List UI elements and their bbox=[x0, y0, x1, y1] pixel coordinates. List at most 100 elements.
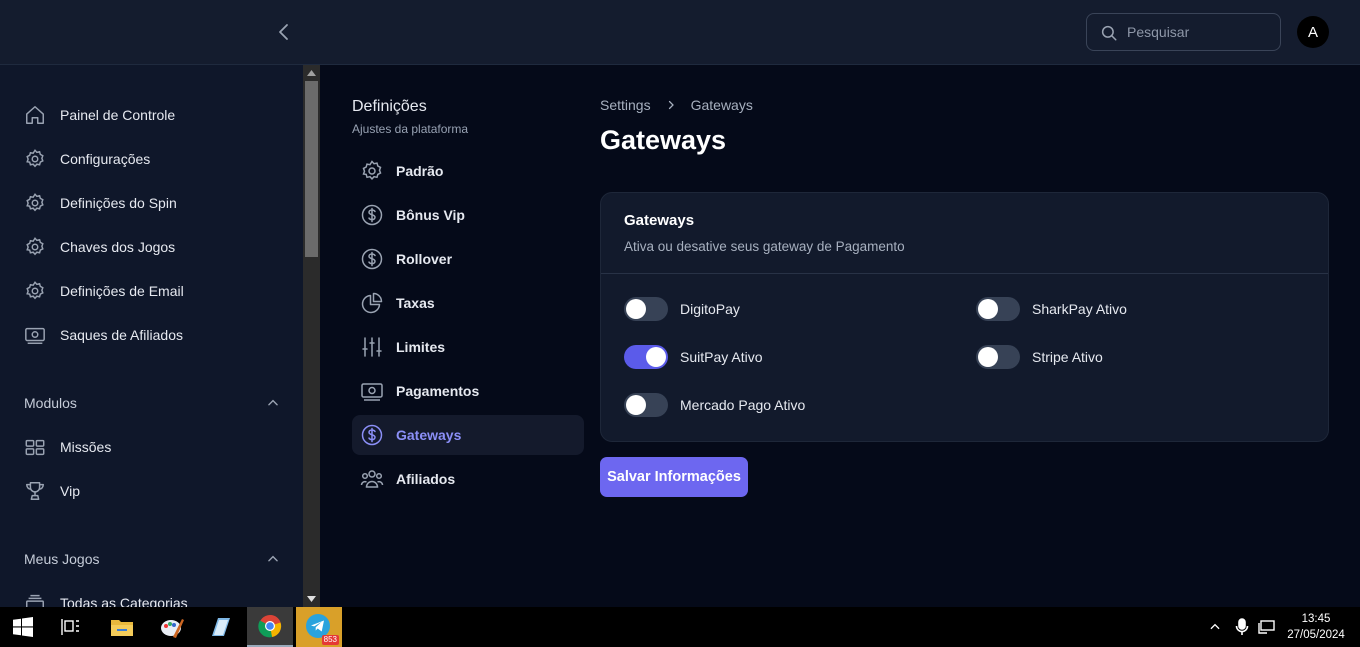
system-clock[interactable]: 13:45 27/05/2024 bbox=[1276, 611, 1356, 643]
cash-icon bbox=[25, 327, 45, 344]
nav-item-label: Padrão bbox=[396, 163, 444, 179]
scroll-up-arrow-icon[interactable] bbox=[303, 66, 320, 80]
settings-nav-afiliados[interactable]: Afiliados bbox=[352, 459, 584, 499]
windows-start-icon[interactable] bbox=[0, 607, 46, 647]
notepad-app-icon[interactable] bbox=[197, 607, 243, 647]
task-view-icon[interactable] bbox=[48, 607, 94, 647]
gear-icon bbox=[362, 160, 382, 181]
section-title: Modulos bbox=[24, 395, 77, 411]
card-title: Gateways bbox=[624, 212, 695, 229]
chrome-browser-icon[interactable] bbox=[247, 607, 293, 647]
sidebar-item-label: Painel de Controle bbox=[60, 107, 176, 123]
breadcrumb: Settings Gateways bbox=[600, 97, 753, 113]
search-icon bbox=[1101, 25, 1117, 41]
sidebar-item-painel-de-controle[interactable]: Painel de Controle bbox=[24, 101, 175, 129]
telegram-app-icon[interactable]: 853 bbox=[296, 607, 342, 647]
toggle-row-suitpay[interactable]: SuitPay Ativo bbox=[624, 345, 763, 369]
section-title: Meus Jogos bbox=[24, 551, 100, 567]
nav-item-label: Afiliados bbox=[396, 471, 456, 487]
sidebar-item-saques-de-afiliados[interactable]: Saques de Afiliados bbox=[24, 321, 183, 349]
breadcrumb-item-settings[interactable]: Settings bbox=[600, 97, 651, 113]
scrollbar-thumb[interactable] bbox=[305, 81, 318, 257]
users-icon bbox=[360, 470, 384, 488]
save-button[interactable]: Salvar Informações bbox=[600, 457, 748, 497]
cash-icon bbox=[361, 383, 383, 401]
sidebar-item-label: Definições de Email bbox=[60, 283, 184, 299]
dollar-circle-icon bbox=[361, 248, 383, 270]
settings-subtitle: Ajustes da plataforma bbox=[352, 122, 469, 136]
toggle-row-stripe[interactable]: Stripe Ativo bbox=[976, 345, 1103, 369]
mercado-pago-toggle[interactable] bbox=[624, 393, 668, 417]
chevron-left-icon bbox=[279, 24, 288, 40]
sidebar-item-label: Definições do Spin bbox=[60, 195, 177, 211]
settings-nav-taxas[interactable]: Taxas bbox=[352, 283, 584, 323]
clock-date: 27/05/2024 bbox=[1287, 629, 1345, 641]
toggle-label: DigitoPay bbox=[680, 301, 740, 317]
breadcrumb-item-gateways: Gateways bbox=[690, 97, 753, 113]
search-input[interactable] bbox=[1127, 14, 1277, 50]
settings-nav-rollover[interactable]: Rollover bbox=[352, 239, 584, 279]
sidebar-item-label: Chaves dos Jogos bbox=[60, 239, 176, 255]
settings-nav-bonus-vip[interactable]: Bônus Vip bbox=[352, 195, 584, 235]
gateways-card: Gateways Ativa ou desative seus gateway … bbox=[600, 192, 1329, 442]
network-icon[interactable] bbox=[1258, 607, 1276, 647]
card-header: Gateways Ativa ou desative seus gateway … bbox=[601, 193, 1328, 274]
paint-app-icon[interactable] bbox=[149, 607, 195, 647]
toggle-row-digitopay[interactable]: DigitoPay bbox=[624, 297, 740, 321]
stripe-toggle[interactable] bbox=[976, 345, 1020, 369]
nav-item-label: Rollover bbox=[396, 251, 453, 267]
settings-nav-limites[interactable]: Limites bbox=[352, 327, 584, 367]
settings-nav-gateways[interactable]: Gateways bbox=[352, 415, 584, 455]
scroll-down-arrow-icon[interactable] bbox=[303, 592, 320, 606]
top-bar: A bbox=[0, 0, 1360, 65]
nav-item-label: Limites bbox=[396, 339, 446, 355]
nav-item-label: Taxas bbox=[396, 295, 435, 311]
suitpay-toggle[interactable] bbox=[624, 345, 668, 369]
sidebar-item-label: Configurações bbox=[60, 151, 151, 167]
sidebar-item-chaves-dos-jogos[interactable]: Chaves dos Jogos bbox=[24, 233, 175, 261]
nav-item-label: Pagamentos bbox=[396, 383, 480, 399]
microphone-icon[interactable] bbox=[1235, 607, 1249, 647]
nav-item-label: Bônus Vip bbox=[396, 207, 465, 223]
sidebar-item-vip[interactable]: Vip bbox=[24, 477, 80, 505]
toggle-label: Mercado Pago Ativo bbox=[680, 397, 806, 413]
chevron-up-icon bbox=[268, 555, 278, 562]
toggle-label: Stripe Ativo bbox=[1032, 349, 1103, 365]
section-modulos[interactable]: Modulos bbox=[24, 391, 280, 415]
search-box[interactable] bbox=[1086, 13, 1281, 51]
sharkpay-toggle[interactable] bbox=[976, 297, 1020, 321]
page-title: Gateways bbox=[600, 125, 727, 155]
gear-icon bbox=[26, 281, 44, 300]
sidebar-scrollbar[interactable] bbox=[303, 65, 320, 607]
avatar[interactable]: A bbox=[1297, 16, 1329, 48]
settings-title: Definições bbox=[352, 98, 427, 115]
sidebar-item-todas-as-categorias[interactable]: Todas as Categorias bbox=[24, 589, 188, 607]
collapse-sidebar-button[interactable] bbox=[272, 20, 296, 44]
sidebar-item-label: Todas as Categorias bbox=[60, 595, 188, 607]
sliders-icon bbox=[362, 337, 382, 357]
digitopay-toggle[interactable] bbox=[624, 297, 668, 321]
toggle-row-mercado-pago[interactable]: Mercado Pago Ativo bbox=[624, 393, 805, 417]
telegram-badge: 853 bbox=[321, 635, 339, 645]
home-icon bbox=[26, 106, 44, 124]
sidebar-item-definicoes-de-email[interactable]: Definições de Email bbox=[24, 277, 184, 305]
toggle-row-sharkpay[interactable]: SharkPay Ativo bbox=[976, 297, 1127, 321]
sidebar-item-definicoes-do-spin[interactable]: Definições do Spin bbox=[24, 189, 177, 217]
chevron-up-icon bbox=[268, 399, 278, 406]
toggle-label: SharkPay Ativo bbox=[1032, 301, 1127, 317]
dollar-circle-icon bbox=[361, 204, 383, 226]
gear-icon bbox=[26, 193, 44, 212]
sidebar-item-configuracoes[interactable]: Configurações bbox=[24, 145, 150, 173]
settings-nav-padrao[interactable]: Padrão bbox=[352, 151, 584, 191]
dollar-circle-icon bbox=[361, 424, 383, 446]
sidebar-item-missoes[interactable]: Missões bbox=[24, 433, 111, 461]
settings-nav-pagamentos[interactable]: Pagamentos bbox=[352, 371, 584, 411]
sidebar-item-label: Saques de Afiliados bbox=[60, 327, 183, 343]
file-explorer-icon[interactable] bbox=[99, 607, 145, 647]
section-meus-jogos[interactable]: Meus Jogos bbox=[24, 547, 280, 571]
sidebar: Painel de Controle Configurações Definiç… bbox=[0, 65, 303, 607]
sidebar-item-label: Missões bbox=[60, 439, 112, 455]
tray-chevron-up-icon[interactable] bbox=[1208, 607, 1222, 647]
taskbar: 853 13:45 27/05/2024 bbox=[0, 607, 1360, 647]
pie-chart-icon bbox=[361, 292, 383, 314]
